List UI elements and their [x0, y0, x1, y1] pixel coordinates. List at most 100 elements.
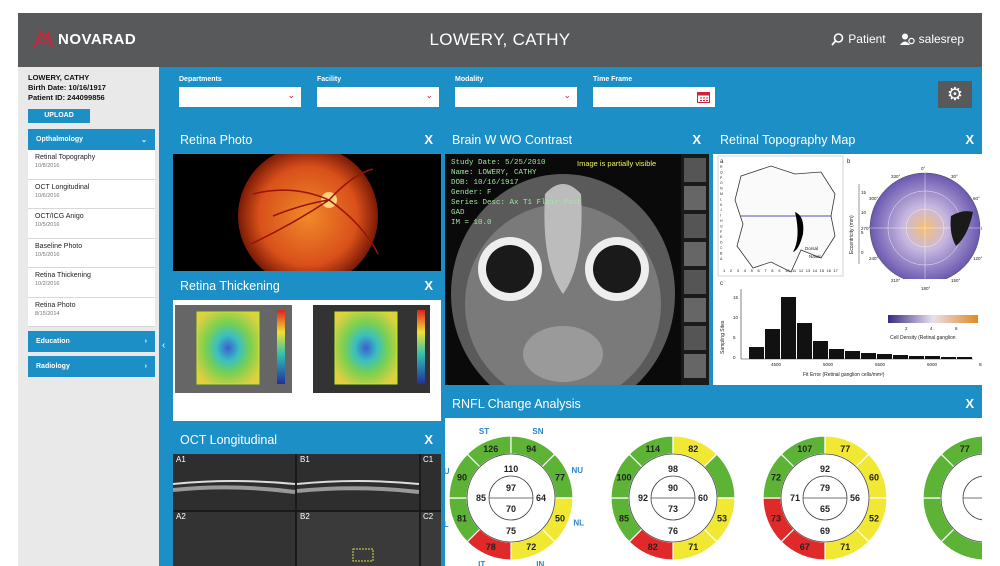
chevron-left-icon: ‹	[162, 340, 166, 351]
sidebar-section-opthalmology[interactable]: Opthalmology ⌄	[28, 129, 155, 150]
rnfl-sector-value: 52	[869, 513, 879, 523]
departments-select[interactable]: ⌄	[179, 87, 301, 107]
eccentricity-axis-label: Eccentricity (mm)	[849, 215, 855, 254]
polar-angle-label: 330°	[891, 174, 901, 179]
study-item[interactable]: OCT/ICG Anigo 10/5/2016	[28, 209, 155, 239]
sidebar-section-label: Education	[36, 338, 70, 345]
rnfl-inner-value: 97	[506, 483, 516, 493]
study-name: Retina Thickening	[35, 272, 91, 279]
rnfl-inner-value: 73	[668, 504, 678, 514]
panel-header: Brain W WO Contrast X	[445, 125, 709, 154]
time-frame-input[interactable]	[593, 87, 715, 107]
rnfl-sector-value: 85	[619, 513, 629, 523]
sidebar-section-radiology[interactable]: Radiology ›	[28, 356, 155, 377]
rnfl-sector-value: 77	[555, 473, 565, 483]
user-menu[interactable]: salesrep	[899, 32, 964, 46]
scan-label: A2	[176, 512, 186, 521]
filter-time-frame: Time Frame	[593, 76, 715, 107]
overlay-line: DOB: 10/16/1917	[451, 179, 519, 187]
overlay-line: Gender: F	[451, 189, 492, 197]
rnfl-sector-value: 77	[960, 444, 970, 454]
rnfl-quadrant-label: IT	[478, 560, 485, 566]
panel-header: RNFL Change Analysis X	[445, 389, 982, 418]
grid-tick-label: 16	[827, 268, 832, 273]
rnfl-sector-value: 90	[457, 473, 467, 483]
retina-photo-image[interactable]	[173, 146, 441, 271]
app-window: NOVARAD LOWERY, CATHY Patient salesrep L…	[18, 13, 982, 566]
study-item[interactable]: Retinal Topography 10/8/2016	[28, 150, 155, 180]
rnfl-sector-value: 107	[797, 444, 812, 454]
sidebar-section-label: Radiology	[36, 363, 70, 370]
grid-tick-label: 15	[820, 268, 825, 273]
close-icon[interactable]: X	[692, 132, 701, 147]
ecc-tick-label: 15	[861, 190, 867, 195]
study-item[interactable]: OCT Longitudinal 10/6/2016	[28, 180, 155, 209]
rnfl-quadrant-label: TL	[445, 520, 449, 529]
overlay-line: Study Date: 5/25/2010	[451, 159, 546, 167]
study-name: Baseline Photo	[35, 242, 83, 250]
rnfl-charts[interactable]: 126 94 77 50 72 78 81 90 110 64 75 85 97 70 114 82 53 71 8…	[445, 418, 982, 566]
hist-y-tick: 10	[733, 315, 739, 320]
panel-header: Retina Photo X	[173, 125, 441, 154]
rnfl-sector-value: 126	[483, 444, 498, 454]
panel-title: Retina Thickening	[180, 279, 280, 293]
facility-select[interactable]: ⌄	[317, 87, 439, 107]
sidebar-section-education[interactable]: Education ›	[28, 331, 155, 352]
chevron-down-icon: ⌄	[141, 136, 147, 144]
topography-figure[interactable]: a b c 1 2 3 4 5 6 7 8 9 10 11 12 13 14 15 16 17 R Q P O N M L K J I H G…	[713, 154, 982, 385]
oct-scan-image	[173, 454, 441, 566]
thickening-maps[interactable]	[173, 300, 441, 421]
sidebar-collapse-toggle[interactable]: ‹	[159, 67, 173, 566]
panel-letter: c	[720, 281, 723, 287]
user-icon	[899, 33, 915, 45]
hist-x-tick: 4500	[771, 362, 782, 367]
settings-button[interactable]: ⚙	[938, 81, 972, 108]
oct-longitudinal-panel: OCT Longitudinal X A1 B1 C1 A2 B2 C2	[173, 425, 441, 566]
polar-angle-label: 60°	[973, 196, 980, 201]
histogram-bar	[749, 347, 764, 359]
close-icon[interactable]: X	[424, 432, 433, 447]
topography-chart: a bc1 2 3 4 5 6 7 8 9 10 11 12 13 14 15 16 17RQPONMLKJIHG…	[717, 155, 982, 385]
thickness-map-image	[175, 305, 430, 393]
study-date: 10/8/2016	[35, 163, 60, 169]
rnfl-mid-value: 92	[820, 464, 830, 474]
rnfl-inner-value: 70	[506, 504, 516, 514]
close-icon[interactable]: X	[424, 132, 433, 147]
study-item[interactable]: Baseline Photo 10/5/2016	[28, 239, 155, 268]
patient-search-button[interactable]: Patient	[831, 32, 886, 46]
search-icon	[831, 32, 844, 46]
patient-info-id: Patient ID: 244099856	[28, 93, 105, 102]
rnfl-mid-value: 110	[504, 464, 519, 474]
rnfl-mid-value: 98	[668, 464, 678, 474]
study-name: Retina Photo	[35, 301, 76, 309]
close-icon[interactable]: X	[965, 396, 974, 411]
grid-tick-label: J	[720, 208, 722, 212]
rnfl-quadrant-label: IN	[536, 560, 544, 566]
mri-viewer[interactable]: Study Date: 5/25/2010 Name: LOWERY, CATH…	[445, 154, 709, 385]
rnfl-sector-value: 71	[688, 542, 698, 552]
chevron-right-icon: ›	[144, 363, 147, 370]
polar-angle-label: 180°	[921, 286, 931, 291]
rnfl-mid-value: 64	[536, 493, 546, 503]
study-item[interactable]: Retina Photo 8/15/2014	[28, 298, 155, 327]
topography-histogram	[718, 279, 982, 385]
user-name: salesrep	[918, 32, 964, 46]
close-icon[interactable]: X	[965, 132, 974, 147]
histogram-bar	[909, 356, 924, 359]
panel-header: Retina Thickening X	[173, 271, 441, 300]
fit-error-axis-label: Fit Error (Retinal ganglion cells/mm²)	[803, 372, 885, 378]
scan-label: C1	[423, 455, 434, 464]
close-icon[interactable]: X	[424, 278, 433, 293]
upload-button[interactable]: UPLOAD	[28, 109, 90, 123]
rnfl-mid-value: 85	[476, 493, 486, 503]
filter-label: Departments	[179, 76, 222, 83]
study-date: 8/15/2014	[35, 310, 60, 317]
gear-icon: ⚙	[946, 84, 964, 104]
oct-scans[interactable]: A1 B1 C1 A2 B2 C2	[173, 454, 441, 566]
study-item[interactable]: Retina Thickening 10/2/2016	[28, 268, 155, 298]
modality-select[interactable]: ⌄	[455, 87, 577, 107]
filter-bar: Departments ⌄ Facility ⌄ Modality ⌄ Time…	[173, 67, 982, 121]
brain-mri-panel: Brain W WO Contrast X Study Date: 5/25/2…	[445, 125, 709, 385]
top-bar: NOVARAD LOWERY, CATHY Patient salesrep	[18, 13, 982, 67]
rnfl-sector-value: 50	[555, 513, 565, 523]
